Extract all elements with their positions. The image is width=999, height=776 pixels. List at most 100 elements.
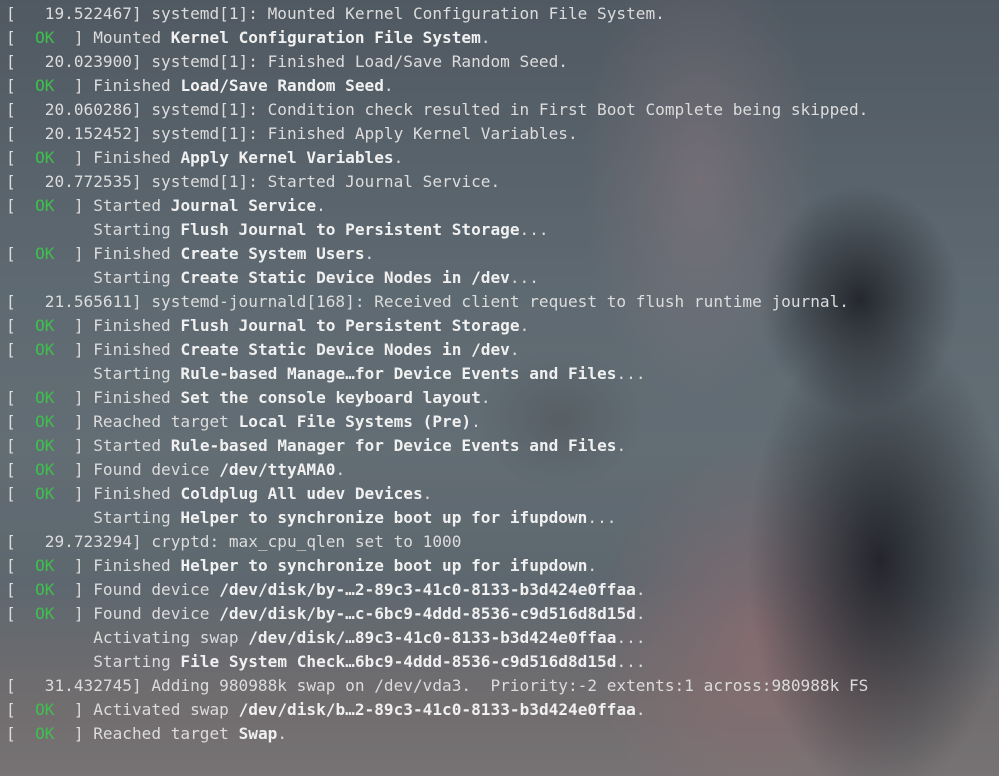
unit-name: Kernel Configuration File System	[170, 28, 481, 47]
log-line: [ OK ] Found device /dev/ttyAMA0.	[6, 458, 999, 482]
log-prefix: [ 20.772535] systemd[1]: Started Journal…	[6, 172, 501, 191]
log-text: ] Started	[54, 436, 171, 455]
log-prefix: [	[6, 700, 36, 719]
log-prefix: [	[6, 724, 36, 743]
ok-status: OK	[35, 700, 55, 719]
ok-status: OK	[35, 436, 55, 455]
log-suffix: .	[383, 76, 394, 95]
ok-status: OK	[35, 412, 55, 431]
log-prefix: [ 20.152452] systemd[1]: Finished Apply …	[6, 124, 578, 143]
log-line: [ 20.772535] systemd[1]: Started Journal…	[6, 170, 999, 194]
log-prefix: [	[6, 244, 36, 263]
log-prefix: Starting	[6, 652, 181, 671]
log-line: [ OK ] Activated swap /dev/disk/b…2-89c3…	[6, 698, 999, 722]
log-line: [ OK ] Finished Helper to synchronize bo…	[6, 554, 999, 578]
log-line: [ OK ] Finished Set the console keyboard…	[6, 386, 999, 410]
ok-status: OK	[35, 316, 55, 335]
log-line: [ 21.565611] systemd-journald[168]: Rece…	[6, 290, 999, 314]
log-prefix: [ 20.060286] systemd[1]: Condition check…	[6, 100, 869, 119]
terminal-window[interactable]: [ 19.522467] systemd[1]: Mounted Kernel …	[0, 0, 999, 776]
log-suffix: .	[480, 28, 491, 47]
unit-name: Flush Journal to Persistent Storage	[180, 220, 520, 239]
unit-name: Helper to synchronize boot up for ifupdo…	[180, 508, 588, 527]
log-prefix: Starting	[6, 220, 181, 239]
log-suffix: .	[422, 484, 433, 503]
unit-name: Rule-based Manage…for Device Events and …	[180, 364, 617, 383]
log-suffix: .	[480, 388, 491, 407]
unit-name: Rule-based Manager for Device Events and…	[170, 436, 617, 455]
log-prefix: [	[6, 388, 36, 407]
ok-status: OK	[35, 556, 55, 575]
log-prefix: [	[6, 316, 36, 335]
log-text: ] Finished	[54, 484, 181, 503]
ok-status: OK	[35, 340, 55, 359]
log-prefix: [ 21.565611] systemd-journald[168]: Rece…	[6, 292, 849, 311]
log-line: [ OK ] Finished Coldplug All udev Device…	[6, 482, 999, 506]
log-text: ] Finished	[54, 556, 181, 575]
log-suffix: .	[277, 724, 288, 743]
log-prefix: [ 31.432745] Adding 980988k swap on /dev…	[6, 676, 869, 695]
log-line: Starting Create Static Device Nodes in /…	[6, 266, 999, 290]
log-prefix: Starting	[6, 508, 181, 527]
log-text: ] Finished	[54, 388, 181, 407]
log-prefix: [	[6, 76, 36, 95]
unit-name: Journal Service	[170, 196, 317, 215]
log-prefix: [	[6, 340, 36, 359]
log-line: [ OK ] Started Journal Service.	[6, 194, 999, 218]
log-suffix: .	[316, 196, 326, 215]
log-suffix: .	[587, 556, 598, 575]
unit-name: Create Static Device Nodes in /dev	[180, 268, 510, 287]
log-text: ] Activated swap	[54, 700, 239, 719]
log-prefix: [ 20.023900] systemd[1]: Finished Load/S…	[6, 52, 568, 71]
ok-status: OK	[35, 724, 55, 743]
ok-status: OK	[35, 460, 55, 479]
ok-status: OK	[35, 196, 55, 215]
log-line: [ OK ] Finished Create System Users.	[6, 242, 999, 266]
log-line: [ OK ] Finished Apply Kernel Variables.	[6, 146, 999, 170]
log-line: [ 20.023900] systemd[1]: Finished Load/S…	[6, 50, 999, 74]
log-prefix: [	[6, 460, 36, 479]
log-line: [ 31.432745] Adding 980988k swap on /dev…	[6, 674, 999, 698]
log-prefix: [	[6, 436, 36, 455]
log-prefix: Starting	[6, 364, 181, 383]
log-suffix: ...	[519, 220, 549, 239]
log-line: [ 29.723294] cryptd: max_cpu_qlen set to…	[6, 530, 999, 554]
ok-status: OK	[35, 388, 55, 407]
log-text: ] Found device	[54, 604, 220, 623]
log-line: Starting File System Check…6bc9-4ddd-853…	[6, 650, 999, 674]
log-line: [ OK ] Finished Load/Save Random Seed.	[6, 74, 999, 98]
unit-name: Helper to synchronize boot up for ifupdo…	[180, 556, 588, 575]
unit-name: /dev/disk/…89c3-41c0-8133-b3d424e0ffaa	[248, 628, 617, 647]
log-suffix: ...	[616, 652, 646, 671]
log-text: ] Reached target	[54, 724, 239, 743]
log-prefix: [	[6, 604, 36, 623]
log-suffix: .	[364, 244, 375, 263]
unit-name: /dev/disk/by-…2-89c3-41c0-8133-b3d424e0f…	[219, 580, 636, 599]
log-line: Starting Helper to synchronize boot up f…	[6, 506, 999, 530]
log-suffix: .	[635, 604, 646, 623]
log-prefix: [	[6, 28, 36, 47]
log-text: ] Reached target	[54, 412, 239, 431]
log-line: [ OK ] Found device /dev/disk/by-…c-6bc9…	[6, 602, 999, 626]
log-line: Starting Flush Journal to Persistent Sto…	[6, 218, 999, 242]
log-line: [ OK ] Finished Create Static Device Nod…	[6, 338, 999, 362]
log-prefix: [ 29.723294] cryptd: max_cpu_qlen set to…	[6, 532, 462, 551]
log-text: ] Finished	[54, 340, 181, 359]
ok-status: OK	[35, 148, 55, 167]
unit-name: /dev/disk/b…2-89c3-41c0-8133-b3d424e0ffa…	[238, 700, 636, 719]
log-suffix: .	[509, 340, 520, 359]
log-line: [ OK ] Reached target Local File Systems…	[6, 410, 999, 434]
log-prefix: Starting	[6, 268, 181, 287]
log-line: Starting Rule-based Manage…for Device Ev…	[6, 362, 999, 386]
log-text: ] Finished	[54, 244, 181, 263]
unit-name: File System Check…6bc9-4ddd-8536-c9d516d…	[180, 652, 617, 671]
ok-status: OK	[35, 28, 55, 47]
unit-name: Create System Users	[180, 244, 365, 263]
log-text: ] Finished	[54, 148, 181, 167]
log-line: Activating swap /dev/disk/…89c3-41c0-813…	[6, 626, 999, 650]
unit-name: Set the console keyboard layout	[180, 388, 481, 407]
ok-status: OK	[35, 76, 55, 95]
log-line: [ 20.152452] systemd[1]: Finished Apply …	[6, 122, 999, 146]
ok-status: OK	[35, 484, 55, 503]
unit-name: Create Static Device Nodes in /dev	[180, 340, 510, 359]
